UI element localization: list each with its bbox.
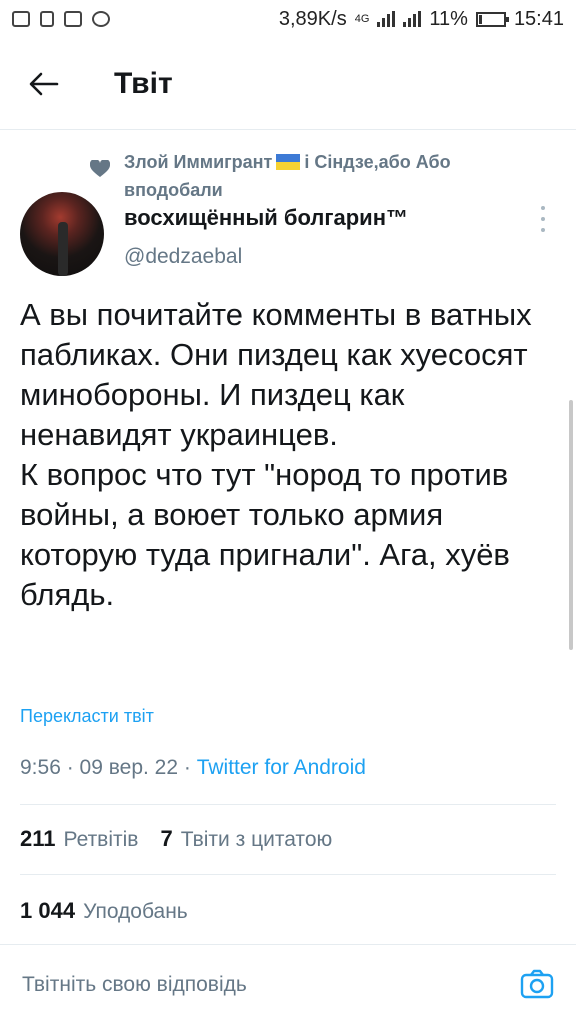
signal-icon-2 — [403, 11, 422, 27]
network-speed: 3,89K/s — [278, 7, 347, 30]
quotes-count[interactable]: 7 — [160, 826, 172, 852]
likes-label[interactable]: Уподобань — [83, 900, 188, 924]
reply-bar — [0, 944, 576, 1024]
quotes-label[interactable]: Твіти з цитатою — [181, 828, 333, 852]
arrow-left-icon — [29, 72, 59, 95]
divider — [20, 804, 556, 805]
tweet-text: А вы почитайте комменты в ватных паблика… — [20, 297, 532, 612]
message-icon — [12, 11, 30, 27]
social-context[interactable]: Злой Иммигрант і Сіндзе,або Або вподобали — [124, 148, 524, 204]
camera-icon[interactable] — [520, 969, 554, 999]
page-title: Твіт — [114, 66, 173, 100]
tweet-meta: 9:56 · 09 вер. 22 · Twitter for Android — [20, 756, 366, 780]
reply-input[interactable] — [22, 973, 462, 997]
battery-icon — [475, 11, 509, 27]
heart-icon — [90, 160, 110, 177]
status-bar: 3,89K/s 4G 11% 15:41 — [0, 0, 576, 38]
retweets-label[interactable]: Ретвітів — [64, 828, 139, 852]
author-name[interactable]: восхищённый болгарин™ — [124, 205, 408, 231]
alert-icon — [40, 11, 54, 27]
ukraine-flag-icon — [276, 154, 301, 170]
likes-stats: 1 044 Уподобань — [20, 898, 188, 924]
network-type: 4G — [354, 13, 370, 25]
scrollbar[interactable] — [569, 400, 573, 650]
liker-name: Злой Иммигрант — [124, 152, 273, 172]
image-icon — [64, 11, 82, 27]
battery-percent: 11% — [429, 7, 468, 30]
notification-icons — [12, 11, 110, 27]
tweet-source-link[interactable]: Twitter for Android — [197, 756, 366, 779]
smiley-icon — [92, 11, 110, 27]
divider — [20, 874, 556, 875]
likes-count[interactable]: 1 044 — [20, 898, 75, 924]
retweets-count[interactable]: 211 — [20, 826, 56, 852]
signal-icon — [377, 11, 396, 27]
avatar[interactable] — [20, 192, 104, 276]
retweet-stats: 211 Ретвітів 7 Твіти з цитатою — [20, 826, 332, 852]
translate-tweet-link[interactable]: Перекласти твіт — [20, 706, 154, 727]
back-button[interactable] — [24, 64, 64, 104]
author-handle[interactable]: @dedzaebal — [124, 245, 242, 269]
clock: 15:41 — [513, 7, 564, 30]
app-header: Твіт — [0, 38, 576, 130]
tweet-timestamp: 9:56 · 09 вер. 22 · — [20, 756, 197, 779]
more-options-button[interactable] — [536, 206, 550, 232]
